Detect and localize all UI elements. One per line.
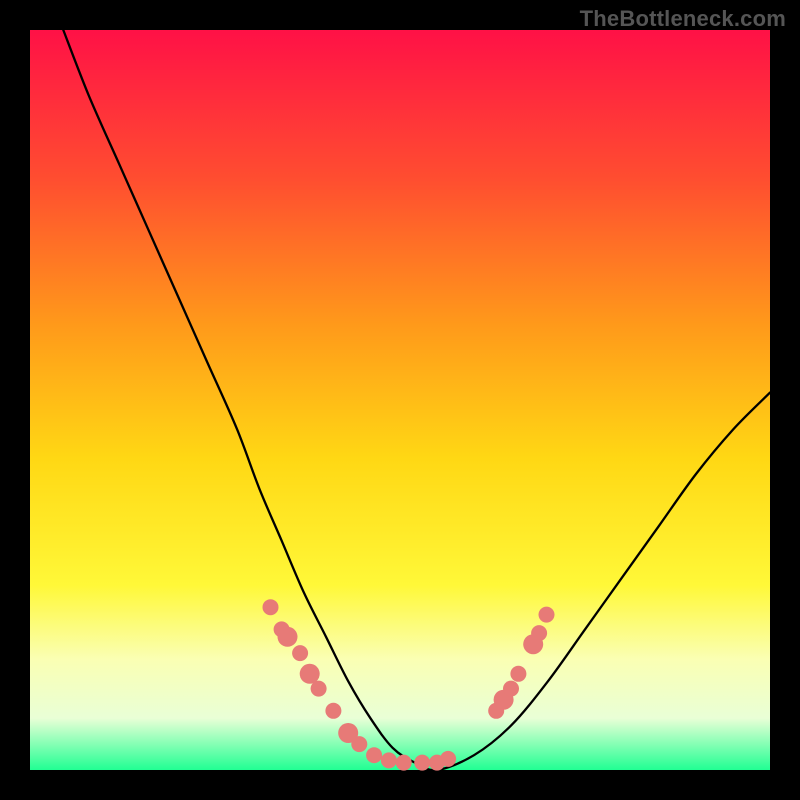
- curve-marker: [396, 755, 412, 771]
- watermark-text: TheBottleneck.com: [580, 6, 786, 32]
- curve-marker: [414, 755, 430, 771]
- curve-marker: [311, 681, 327, 697]
- curve-marker: [292, 645, 308, 661]
- curve-marker: [325, 703, 341, 719]
- gradient-background: [30, 30, 770, 770]
- curve-marker: [503, 681, 519, 697]
- curve-marker: [440, 751, 456, 767]
- curve-marker: [539, 607, 555, 623]
- curve-marker: [531, 625, 547, 641]
- curve-marker: [510, 666, 526, 682]
- bottleneck-chart: [0, 0, 800, 800]
- curve-marker: [366, 747, 382, 763]
- chart-frame: TheBottleneck.com: [0, 0, 800, 800]
- curve-marker: [300, 664, 320, 684]
- curve-marker: [263, 599, 279, 615]
- curve-marker: [381, 752, 397, 768]
- curve-marker: [278, 627, 298, 647]
- curve-marker: [351, 736, 367, 752]
